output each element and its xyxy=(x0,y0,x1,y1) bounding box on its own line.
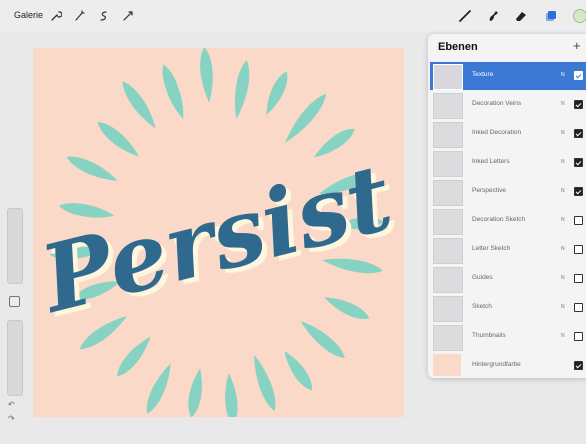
layer-thumbnail xyxy=(433,122,463,148)
layer-name: Decoration Sketch xyxy=(472,216,526,223)
redo-button[interactable]: ↷ xyxy=(8,414,15,423)
leaf xyxy=(70,158,118,181)
layer-thumbnail xyxy=(433,209,463,235)
magic-wand-icon[interactable] xyxy=(72,8,88,24)
layer-name: Inked Letters xyxy=(472,158,510,165)
layer-visibility-checkbox[interactable] xyxy=(574,332,583,341)
blend-mode-button[interactable]: N xyxy=(561,304,565,310)
blend-mode-button[interactable]: N xyxy=(561,246,565,252)
leaf xyxy=(284,93,327,143)
layers-icon[interactable] xyxy=(543,8,559,24)
brush-size-slider[interactable] xyxy=(7,208,23,284)
layer-thumbnail xyxy=(433,64,463,90)
layer-row[interactable]: Inked Decoration N xyxy=(430,120,586,148)
layer-thumbnail xyxy=(433,325,463,351)
blend-mode-button[interactable]: N xyxy=(561,188,565,194)
layer-row[interactable]: Hintergrundfarbe xyxy=(430,352,586,380)
layer-visibility-checkbox[interactable] xyxy=(574,274,583,283)
layer-name: Guides xyxy=(472,274,493,281)
leaf xyxy=(324,297,370,320)
layer-name: Perspective xyxy=(472,187,506,194)
leaf xyxy=(188,368,202,417)
leaf xyxy=(146,363,171,414)
blend-mode-button[interactable]: N xyxy=(561,217,565,223)
leaf xyxy=(234,59,250,120)
layer-row[interactable]: Decoration Veins N xyxy=(430,91,586,119)
left-sidebar: ↶ ↷ xyxy=(6,208,23,440)
leaf xyxy=(266,71,288,116)
layer-visibility-checkbox[interactable] xyxy=(574,303,583,312)
layer-row[interactable]: Decoration Sketch N xyxy=(430,207,586,235)
layer-thumbnail xyxy=(433,267,463,293)
gallery-button[interactable]: Galerie xyxy=(14,10,43,20)
leaf xyxy=(254,354,276,412)
blend-mode-button[interactable]: N xyxy=(561,130,565,136)
layers-panel-title: Ebenen xyxy=(438,41,478,53)
eraser-icon[interactable] xyxy=(513,8,529,24)
layer-row[interactable]: Texture N xyxy=(430,62,586,90)
wrench-icon[interactable] xyxy=(48,8,64,24)
smudge-icon[interactable] xyxy=(485,8,501,24)
blend-mode-button[interactable]: N xyxy=(561,275,565,281)
leaf xyxy=(117,336,151,377)
layer-row[interactable]: Letter Sketch N xyxy=(430,236,586,264)
layer-name: Hintergrundfarbe xyxy=(472,361,521,368)
layer-thumbnail xyxy=(433,354,461,376)
layer-visibility-checkbox[interactable] xyxy=(574,71,583,80)
layer-name: Texture xyxy=(472,71,494,78)
modify-button[interactable] xyxy=(9,296,20,307)
layer-name: Inked Decoration xyxy=(472,129,522,136)
transform-icon[interactable] xyxy=(120,8,136,24)
layer-row[interactable]: Perspective N xyxy=(430,178,586,206)
add-layer-button[interactable]: + xyxy=(573,38,581,53)
layer-visibility-checkbox[interactable] xyxy=(574,187,583,196)
opacity-slider[interactable] xyxy=(7,320,23,396)
top-toolbar: Galerie xyxy=(0,0,586,32)
layer-row[interactable]: Inked Letters N xyxy=(430,149,586,177)
layer-name: Decoration Veins xyxy=(472,100,522,107)
blend-mode-button[interactable]: N xyxy=(561,72,565,78)
layer-visibility-checkbox[interactable] xyxy=(574,129,583,138)
artwork: Persist Persist xyxy=(33,48,404,417)
layer-thumbnail xyxy=(433,238,463,264)
leaf xyxy=(97,121,139,157)
blend-mode-button[interactable]: N xyxy=(561,333,565,339)
canvas[interactable]: Persist Persist xyxy=(33,48,404,417)
layer-thumbnail xyxy=(433,93,463,119)
layers-panel: Ebenen + Texture N Decoration Veins N Inked … xyxy=(428,34,586,378)
leaf xyxy=(225,373,238,417)
layer-name: Thumbnails xyxy=(472,332,506,339)
layer-thumbnail xyxy=(433,296,463,322)
layer-row[interactable]: Thumbnails N xyxy=(430,323,586,351)
blend-mode-button[interactable]: N xyxy=(561,101,565,107)
layer-row[interactable]: Guides N xyxy=(430,265,586,293)
layer-visibility-checkbox[interactable] xyxy=(574,361,583,370)
layer-visibility-checkbox[interactable] xyxy=(574,216,583,225)
layer-visibility-checkbox[interactable] xyxy=(574,100,583,109)
layer-visibility-checkbox[interactable] xyxy=(574,158,583,167)
layer-thumbnail xyxy=(433,180,463,206)
layer-thumbnail xyxy=(433,151,463,177)
layer-visibility-checkbox[interactable] xyxy=(574,245,583,254)
color-icon[interactable] xyxy=(570,8,586,24)
blend-mode-button[interactable]: N xyxy=(561,159,565,165)
undo-button[interactable]: ↶ xyxy=(8,400,15,409)
layer-row[interactable]: Sketch N xyxy=(430,294,586,322)
leaf xyxy=(162,64,183,117)
leaf xyxy=(300,320,345,359)
brush-icon[interactable] xyxy=(457,8,473,24)
leaf xyxy=(284,351,312,391)
selection-icon[interactable] xyxy=(96,8,112,24)
layer-name: Sketch xyxy=(472,303,492,310)
layer-name: Letter Sketch xyxy=(472,245,511,252)
